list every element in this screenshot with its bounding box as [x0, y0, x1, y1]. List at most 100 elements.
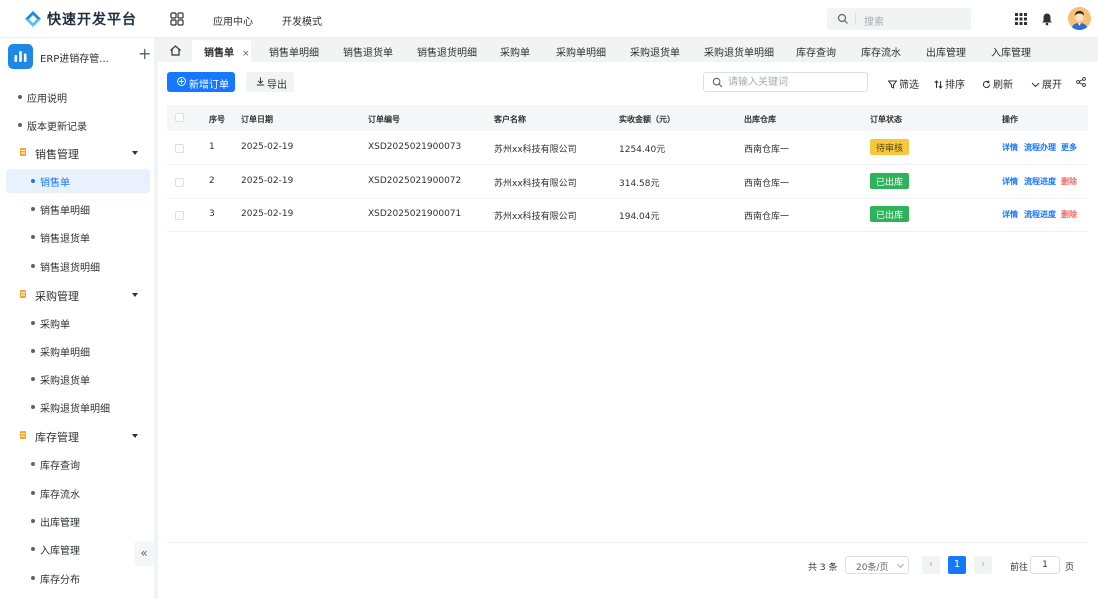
tab-outbound[interactable]: 出库管理 [926, 40, 966, 62]
table-row[interactable]: 3 2025-02-19 XSD2025021900071 苏州xx科技有限公司… [167, 198, 1088, 232]
table-row[interactable]: 2 2025-02-19 XSD2025021900072 苏州xx科技有限公司… [167, 165, 1088, 199]
keyword-input[interactable] [728, 75, 863, 89]
col-status[interactable]: 订单状态 [870, 114, 902, 125]
cell-customer: 苏州xx科技有限公司 [494, 179, 577, 189]
add-order-button[interactable]: 新增订单 [167, 72, 235, 92]
topnav-app-center[interactable]: 应用中心 [213, 13, 253, 28]
sidebar-item-sales-order-detail[interactable]: 销售单明细 [6, 197, 150, 221]
goto-page-input[interactable]: 1 [1030, 556, 1060, 574]
home-icon[interactable] [169, 44, 182, 57]
filter-button[interactable]: 筛选 [888, 76, 919, 91]
tab-inventory-query[interactable]: 库存查询 [796, 40, 836, 62]
close-icon[interactable]: × [242, 49, 250, 59]
app-launcher-icon[interactable] [1014, 12, 1028, 26]
progress-link[interactable]: 流程进度 [1024, 209, 1056, 220]
tab-sales-return-detail[interactable]: 销售退货明细 [417, 40, 477, 62]
sidebar-item-app-guide[interactable]: 应用说明 [0, 85, 154, 109]
col-amount[interactable]: 实收金额（元） [619, 114, 675, 125]
tab-purchase-order-detail[interactable]: 采购单明细 [556, 40, 606, 62]
sort-button[interactable]: 排序 [934, 76, 965, 91]
current-page[interactable]: 1 [948, 556, 966, 574]
sidebar-item-changelog[interactable]: 版本更新记录 [0, 113, 154, 137]
main-panel: 新增订单 导出 筛选 排序 刷新 展开 序号 订单日期 订单编号 客 [158, 62, 1098, 599]
more-link[interactable]: 更多 [1061, 142, 1077, 153]
col-index[interactable]: 序号 [209, 114, 225, 125]
search-icon [837, 13, 848, 24]
apps-grid-icon[interactable] [170, 12, 184, 26]
bullet-icon [31, 207, 35, 211]
expand-button[interactable]: 展开 [1031, 76, 1062, 91]
col-order-date[interactable]: 订单日期 [241, 114, 273, 125]
refresh-button[interactable]: 刷新 [982, 76, 1013, 91]
global-search[interactable]: 搜索 [827, 8, 971, 30]
sidebar-item-inventory-distribution[interactable]: 库存分布 [6, 566, 150, 590]
sidebar-item-outbound[interactable]: 出库管理 [6, 509, 150, 533]
add-project-icon[interactable]: + [138, 46, 151, 62]
chevron-down-icon [896, 560, 905, 569]
progress-link[interactable]: 流程进度 [1024, 176, 1056, 187]
delete-link[interactable]: 删除 [1061, 176, 1077, 187]
sidebar-group-purchase[interactable]: 采购管理 [0, 282, 154, 308]
tab-sales-order-detail[interactable]: 销售单明细 [269, 40, 319, 62]
bell-icon[interactable] [1040, 12, 1054, 26]
sidebar-item-sales-order[interactable]: 销售单 [6, 169, 150, 193]
sidebar-item-inventory-query[interactable]: 库存查询 [6, 452, 150, 476]
sidebar-group-inventory[interactable]: 库存管理 [0, 423, 154, 449]
sort-label: 排序 [945, 80, 965, 91]
col-customer[interactable]: 客户名称 [494, 114, 526, 125]
select-all-checkbox[interactable] [175, 113, 184, 122]
sidebar-item-purchase-order-detail[interactable]: 采购单明细 [6, 339, 150, 363]
sidebar-item-purchase-return[interactable]: 采购退货单 [6, 367, 150, 391]
sidebar-collapse-button[interactable]: « [134, 542, 154, 566]
page-size-select[interactable]: 20条/页 [845, 556, 909, 574]
bullet-icon [31, 235, 35, 239]
detail-link[interactable]: 详情 [1002, 209, 1018, 220]
tab-purchase-return-detail[interactable]: 采购退货单明细 [704, 40, 774, 62]
row-checkbox[interactable] [175, 211, 184, 220]
process-link[interactable]: 流程办理 [1024, 142, 1056, 153]
bullet-icon [31, 462, 35, 466]
row-checkbox[interactable] [175, 178, 184, 187]
cell-order-no: XSD2025021900073 [368, 142, 462, 152]
sidebar-item-purchase-return-detail[interactable]: 采购退货单明细 [6, 395, 150, 419]
keyword-search[interactable] [703, 72, 868, 92]
prev-page-button[interactable]: ‹ [922, 556, 940, 574]
tab-sales-order[interactable]: 销售单 × [192, 40, 251, 62]
table-row[interactable]: 1 2025-02-19 XSD2025021900073 苏州xx科技有限公司… [167, 131, 1088, 165]
export-button[interactable]: 导出 [246, 72, 294, 92]
bullet-icon [31, 519, 35, 523]
col-order-no[interactable]: 订单编号 [368, 114, 400, 125]
row-checkbox[interactable] [175, 144, 184, 153]
tab-purchase-return[interactable]: 采购退货单 [630, 40, 680, 62]
topnav-dev-mode[interactable]: 开发模式 [282, 13, 322, 28]
sidebar-item-label: 出库管理 [40, 518, 80, 529]
sidebar-item-inbound[interactable]: 入库管理 [6, 537, 150, 561]
sidebar-group-sales[interactable]: 销售管理 [0, 140, 154, 166]
tab-sales-return[interactable]: 销售退货单 [343, 40, 393, 62]
sidebar-item-sales-return[interactable]: 销售退货单 [6, 225, 150, 249]
export-label: 导出 [267, 80, 287, 91]
sidebar-item-purchase-order[interactable]: 采购单 [6, 311, 150, 335]
app-logo[interactable]: 快速开发平台 [24, 9, 137, 29]
delete-link[interactable]: 删除 [1061, 209, 1077, 220]
tab-inbound[interactable]: 入库管理 [991, 40, 1031, 62]
bullet-icon [31, 264, 35, 268]
detail-link[interactable]: 详情 [1002, 176, 1018, 187]
user-avatar[interactable] [1068, 7, 1091, 30]
project-switcher[interactable]: ERP进销存管... + [8, 44, 151, 70]
detail-link[interactable]: 详情 [1002, 142, 1018, 153]
sidebar-item-label: 版本更新记录 [27, 122, 87, 133]
tab-inventory-flow[interactable]: 库存流水 [861, 40, 901, 62]
search-placeholder: 搜索 [864, 17, 884, 28]
next-page-button[interactable]: › [974, 556, 992, 574]
cell-warehouse: 西南仓库一 [744, 179, 790, 189]
sidebar-item-inventory-flow[interactable]: 库存流水 [6, 481, 150, 505]
sidebar-item-sales-return-detail[interactable]: 销售退货明细 [6, 254, 150, 278]
box-icon [20, 431, 26, 439]
col-warehouse[interactable]: 出库仓库 [744, 114, 776, 125]
tab-purchase-order[interactable]: 采购单 [500, 40, 530, 62]
share-icon[interactable] [1076, 77, 1086, 87]
sidebar-item-label: 销售退货明细 [40, 263, 100, 274]
caret-down-icon [132, 434, 138, 438]
folder-icon [20, 148, 26, 156]
